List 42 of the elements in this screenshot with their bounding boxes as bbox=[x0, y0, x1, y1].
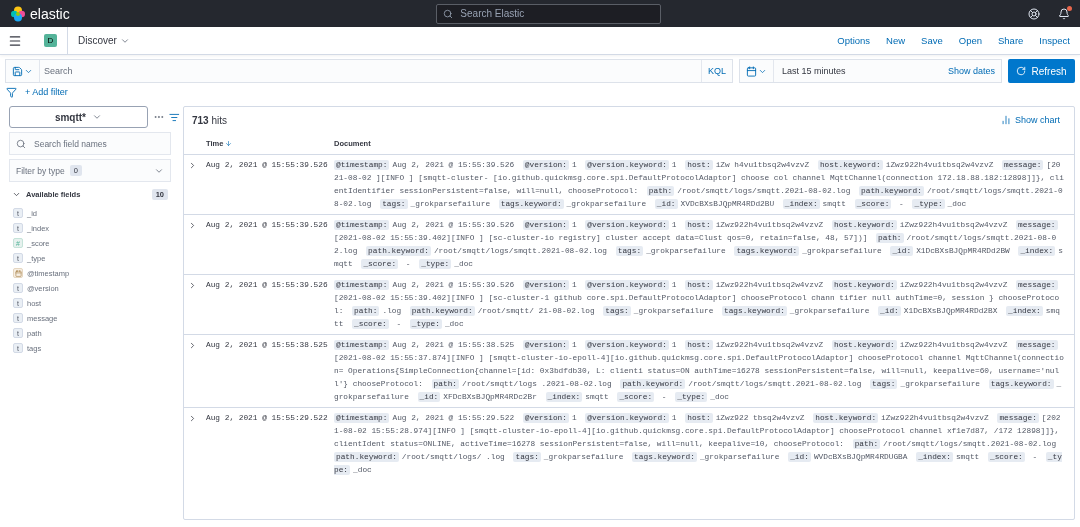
chevron-right-icon bbox=[188, 280, 197, 290]
help-icon[interactable] bbox=[1028, 7, 1040, 20]
refresh-button[interactable]: Refresh bbox=[1008, 59, 1075, 83]
filter-icon[interactable] bbox=[6, 86, 17, 98]
bar-chart-icon bbox=[1000, 115, 1011, 125]
newsfeed-icon[interactable] bbox=[1058, 7, 1070, 20]
toolbar-link[interactable]: Share bbox=[998, 35, 1024, 46]
search-field[interactable]: Search Elastic bbox=[436, 3, 662, 24]
toolbar-link[interactable]: New bbox=[886, 35, 906, 46]
chevron-right-icon bbox=[188, 160, 197, 170]
sort-arrow-icon bbox=[225, 140, 233, 147]
field-search-input[interactable]: Search field names bbox=[32, 137, 164, 150]
field-search[interactable]: Search field names bbox=[9, 132, 171, 155]
calendar-icon bbox=[13, 268, 23, 278]
index-pattern-button[interactable]: smqtt* bbox=[9, 106, 148, 128]
query-input[interactable]: Search bbox=[40, 66, 701, 76]
menu-icon[interactable] bbox=[8, 33, 22, 48]
space-badge[interactable]: D bbox=[44, 34, 57, 47]
logo-icon bbox=[10, 5, 26, 22]
add-filter-button[interactable]: + Add filter bbox=[25, 87, 68, 97]
refresh-icon bbox=[1016, 66, 1027, 76]
logo-text[interactable]: elastic bbox=[30, 5, 70, 22]
search-input[interactable]: Search Elastic bbox=[458, 7, 655, 20]
toolbar-link[interactable]: Save bbox=[921, 35, 943, 46]
chevron-right-icon bbox=[188, 220, 197, 230]
language-button[interactable]: KQL bbox=[701, 60, 732, 82]
toolbar-link[interactable]: Inspect bbox=[1039, 35, 1070, 46]
show-chart-button[interactable]: Show chart bbox=[994, 114, 1066, 126]
toolbar-link[interactable]: Options bbox=[837, 35, 871, 46]
search-icon bbox=[16, 138, 26, 149]
query-field[interactable]: Search KQL bbox=[5, 59, 733, 83]
chevron-down-icon bbox=[92, 112, 102, 122]
collapse-icon[interactable] bbox=[169, 111, 180, 123]
chevron-down-icon bbox=[12, 190, 21, 199]
search-icon bbox=[443, 8, 454, 19]
date-range[interactable]: Last 15 minutes bbox=[774, 66, 942, 76]
chevron-right-icon bbox=[188, 413, 197, 423]
chevron-right-icon bbox=[188, 340, 197, 350]
toolbar-link[interactable]: Open bbox=[958, 35, 982, 46]
show-dates-button[interactable]: Show dates bbox=[941, 66, 1001, 76]
hits-count: 713 hits bbox=[192, 114, 228, 126]
app-title[interactable]: Discover bbox=[78, 35, 130, 46]
